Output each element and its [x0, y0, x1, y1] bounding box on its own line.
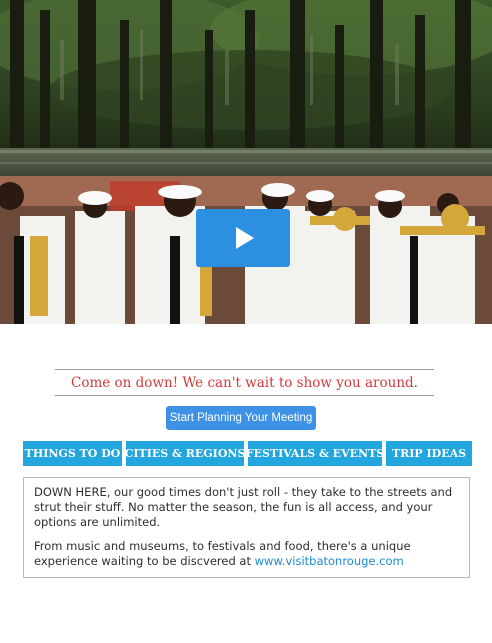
- start-planning-button[interactable]: Start Planning Your Meeting: [166, 406, 316, 430]
- nav-trip-ideas[interactable]: TRIP IDEAS: [386, 441, 472, 466]
- intro-paragraph-2: From music and museums, to festivals and…: [34, 539, 459, 569]
- nav-festivals-events[interactable]: FESTIVALS & EVENTS: [246, 441, 384, 466]
- nav-cities-regions[interactable]: CITIES & REGIONS: [125, 441, 245, 466]
- hero-banner: [0, 0, 492, 324]
- play-icon: [236, 227, 254, 249]
- nav-things-to-do[interactable]: THINGS TO DO: [23, 441, 122, 466]
- swamp-photo: [0, 0, 492, 180]
- intro-text-box: DOWN HERE, our good times don't just rol…: [23, 477, 470, 578]
- website-link[interactable]: www.visitbatonrouge.com: [255, 554, 404, 568]
- tagline-text: Come on down! We can't wait to show you …: [71, 374, 418, 391]
- tagline-box: Come on down! We can't wait to show you …: [55, 369, 434, 396]
- video-play-button[interactable]: [196, 209, 290, 267]
- category-nav: THINGS TO DO CITIES & REGIONS FESTIVALS …: [23, 441, 472, 466]
- intro-paragraph-1: DOWN HERE, our good times don't just rol…: [34, 485, 453, 529]
